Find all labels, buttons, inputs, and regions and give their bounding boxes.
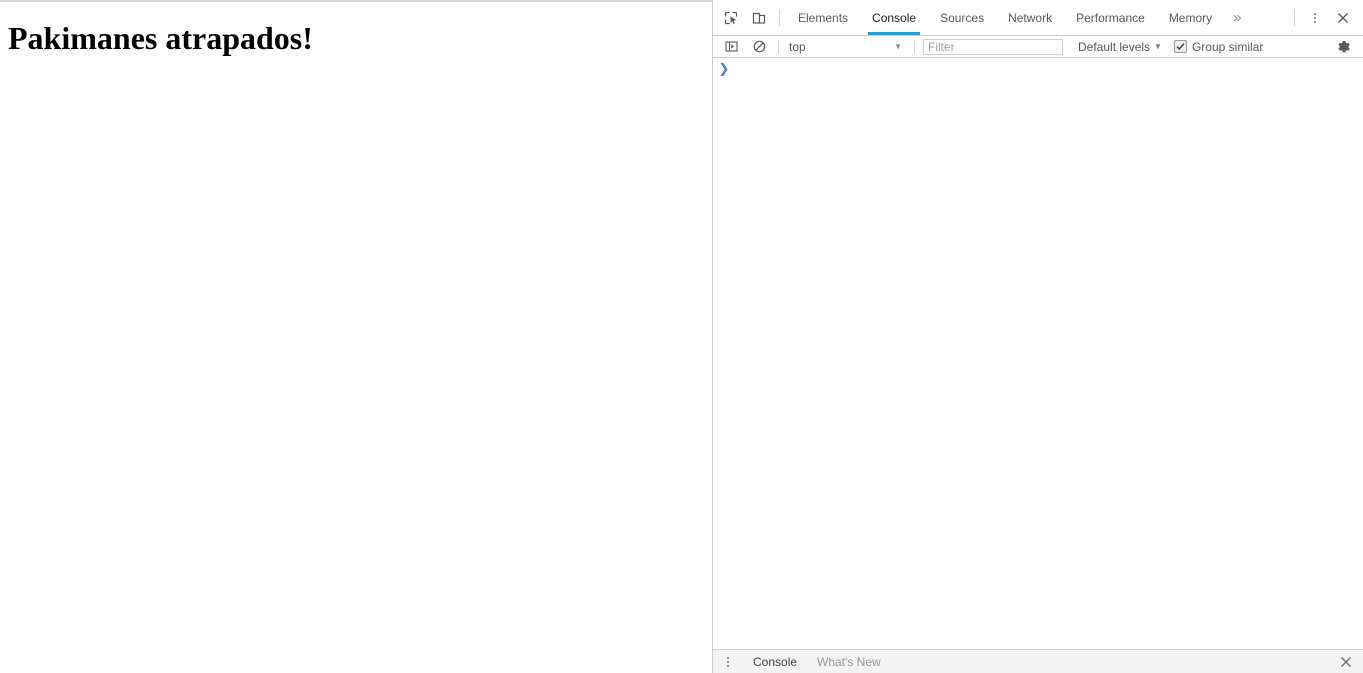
checkmark-icon	[1176, 43, 1185, 51]
close-icon	[1337, 12, 1349, 24]
chevron-double-right-icon: »	[1233, 9, 1242, 26]
tab-network[interactable]: Network	[996, 0, 1064, 35]
vertical-dots-icon	[727, 656, 729, 667]
log-levels-selector[interactable]: Default levels ▼	[1078, 40, 1162, 54]
tab-elements[interactable]: Elements	[786, 0, 860, 35]
toolbar-divider	[1294, 9, 1295, 26]
drawer-right	[1329, 650, 1363, 673]
toolbar-divider	[914, 39, 915, 54]
device-toolbar-icon	[752, 11, 766, 25]
console-sidebar-icon	[724, 40, 738, 53]
page-viewport: Pakimanes atrapados!	[0, 0, 713, 673]
console-prompt-chevron-icon: ❯	[718, 61, 730, 77]
chevron-down-icon: ▼	[894, 41, 902, 51]
more-tabs-button[interactable]: »	[1224, 0, 1250, 35]
execution-context-selector[interactable]: top ▼	[784, 37, 909, 57]
checkbox-icon[interactable]	[1173, 40, 1187, 53]
page-title: Pakimanes atrapados!	[8, 20, 313, 56]
devtools-drawer: Console What's New	[713, 649, 1363, 673]
group-similar-toggle[interactable]: Group similar	[1173, 39, 1264, 54]
console-toolbar-right	[1326, 36, 1363, 58]
tab-label: Performance	[1076, 10, 1145, 25]
devtools-tab-list: Elements Console Sources Network Perform…	[786, 0, 1288, 35]
tab-memory[interactable]: Memory	[1157, 0, 1224, 35]
tab-label: Console	[872, 10, 917, 25]
browser-window: Pakimanes atrapados! Elements Console So…	[0, 0, 1363, 673]
devtools-tabbar-right	[1288, 0, 1363, 35]
close-icon	[1340, 656, 1352, 668]
drawer-menu-button[interactable]	[713, 650, 743, 673]
tab-sources[interactable]: Sources	[928, 0, 996, 35]
devtools-panel: Elements Console Sources Network Perform…	[713, 0, 1363, 673]
toolbar-divider	[779, 9, 780, 26]
toolbar-divider	[778, 39, 779, 54]
chevron-down-icon: ▼	[1154, 41, 1162, 51]
device-toolbar-button[interactable]	[745, 0, 773, 35]
tab-label: Elements	[798, 10, 849, 25]
console-message-list[interactable]: ❯	[713, 58, 1363, 649]
vertical-dots-icon	[1314, 12, 1316, 23]
drawer-tab-label: What's New	[817, 654, 881, 669]
clear-console-icon	[753, 40, 766, 53]
devtools-tabbar: Elements Console Sources Network Perform…	[713, 0, 1363, 36]
clear-console-button[interactable]	[745, 36, 773, 58]
console-sidebar-toggle-button[interactable]	[717, 36, 745, 58]
devtools-close-button[interactable]	[1329, 0, 1357, 35]
drawer-close-button[interactable]	[1329, 650, 1363, 673]
devtools-settings-button[interactable]	[1330, 36, 1358, 58]
inspect-element-button[interactable]	[717, 0, 745, 35]
group-similar-label: Group similar	[1191, 39, 1264, 54]
console-filter-toolbar: top ▼ Default levels ▼ Group similar	[713, 36, 1363, 58]
tab-performance[interactable]: Performance	[1064, 0, 1157, 35]
drawer-tab-console[interactable]: Console	[743, 650, 807, 673]
execution-context-value: top	[789, 39, 806, 54]
tab-console[interactable]: Console	[860, 0, 928, 35]
gear-icon	[1337, 40, 1351, 54]
drawer-tab-whats-new[interactable]: What's New	[807, 650, 891, 673]
tab-label: Memory	[1168, 10, 1213, 25]
drawer-tab-label: Console	[753, 654, 798, 669]
tab-label: Network	[1008, 10, 1053, 25]
devtools-main-menu-button[interactable]	[1301, 0, 1329, 35]
log-levels-label: Default levels	[1078, 39, 1151, 54]
console-prompt-row[interactable]: ❯	[713, 58, 1363, 80]
inspect-element-icon	[724, 11, 738, 25]
tab-label: Sources	[940, 10, 985, 25]
console-filter-input[interactable]	[923, 38, 1063, 55]
console-prompt-input[interactable]	[735, 60, 1363, 78]
